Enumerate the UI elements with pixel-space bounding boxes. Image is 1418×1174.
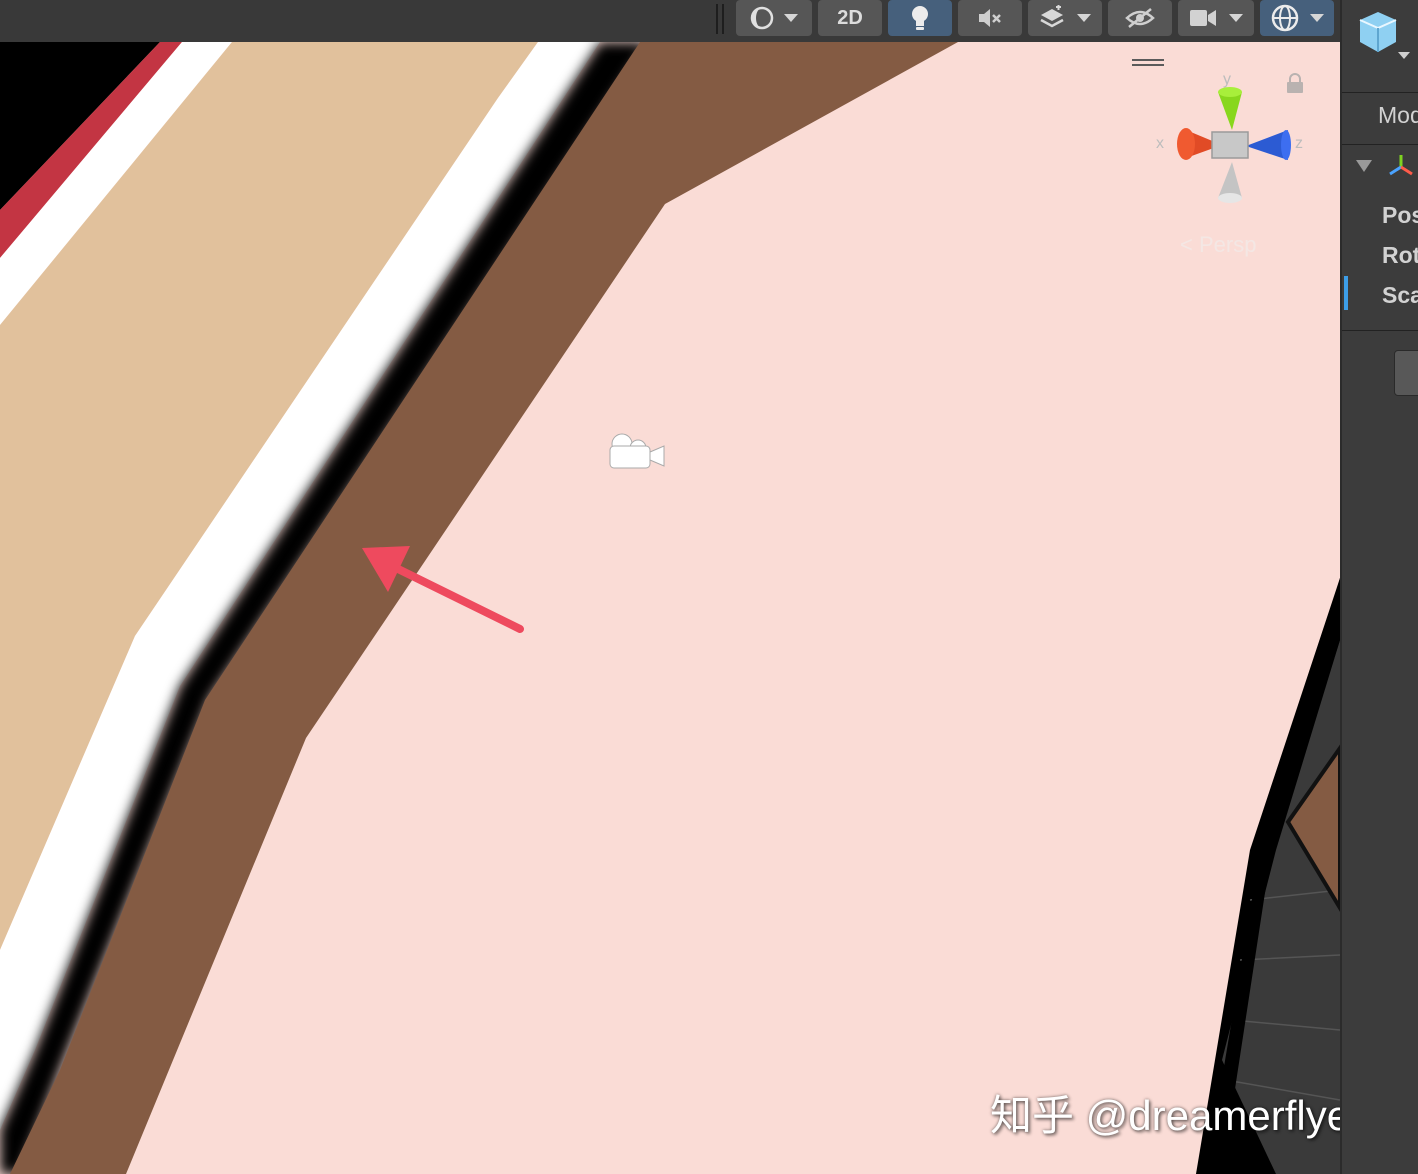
gizmo-axis-y-label: y bbox=[1223, 71, 1231, 88]
layers-icon bbox=[1039, 5, 1065, 31]
lighting-toggle-button[interactable] bbox=[888, 0, 952, 36]
shading-mode-dropdown[interactable] bbox=[736, 0, 812, 36]
rotation-row-label: Rot bbox=[1382, 242, 1418, 268]
chevron-down-icon bbox=[1310, 14, 1324, 22]
sphere-icon bbox=[750, 6, 774, 30]
prefab-cube-icon[interactable] bbox=[1356, 8, 1402, 54]
toolbar-grip[interactable] bbox=[716, 4, 724, 34]
audio-mute-icon bbox=[977, 6, 1003, 30]
audio-toggle-button[interactable] bbox=[958, 0, 1022, 36]
watermark-text: 知乎 @dreamerflyer bbox=[990, 1092, 1340, 1139]
orientation-gizmo[interactable]: y x z bbox=[1156, 71, 1303, 203]
gizmos-dropdown[interactable] bbox=[1260, 0, 1334, 36]
eye-hidden-icon bbox=[1125, 6, 1155, 30]
transform-icon bbox=[1386, 152, 1416, 182]
2d-mode-label: 2D bbox=[837, 6, 863, 29]
gizmo-axis-x-label: x bbox=[1156, 135, 1164, 152]
gizmo-globe-icon bbox=[1270, 3, 1300, 33]
scene-geometry: y x z bbox=[0, 42, 1340, 1174]
view-mode-label: Persp bbox=[1198, 232, 1257, 257]
lightbulb-icon bbox=[909, 4, 931, 32]
chevron-left-icon: < bbox=[1180, 232, 1199, 257]
scale-row-indicator bbox=[1344, 276, 1348, 310]
scene-visibility-button[interactable] bbox=[1108, 0, 1172, 36]
view-mode-toggle[interactable]: < Persp bbox=[1180, 232, 1256, 258]
position-row-label: Pos bbox=[1382, 202, 1418, 228]
chevron-down-icon bbox=[784, 14, 798, 22]
inspector-panel: Mod Pos Rot Sca bbox=[1342, 0, 1418, 1174]
effects-dropdown[interactable] bbox=[1028, 0, 1102, 36]
chevron-down-icon[interactable] bbox=[1398, 52, 1410, 59]
foldout-arrow-icon[interactable] bbox=[1356, 160, 1372, 172]
overlay-menu-icon[interactable] bbox=[1132, 59, 1164, 66]
camera-settings-dropdown[interactable] bbox=[1178, 0, 1254, 36]
scene-viewport[interactable]: y x z < Persp 知乎 @dreamerflyer bbox=[0, 42, 1340, 1174]
scene-toolbar: 2D bbox=[0, 0, 1340, 42]
chevron-down-icon bbox=[1077, 14, 1091, 22]
scale-row-label: Sca bbox=[1382, 282, 1418, 308]
2d-mode-button[interactable]: 2D bbox=[818, 0, 882, 36]
video-camera-icon bbox=[1189, 8, 1217, 28]
camera-gizmo-icon[interactable] bbox=[609, 433, 665, 469]
gizmo-axis-z-label: z bbox=[1295, 135, 1303, 152]
mode-label: Mod bbox=[1378, 102, 1418, 128]
add-component-button[interactable] bbox=[1394, 350, 1418, 396]
chevron-down-icon bbox=[1229, 14, 1243, 22]
lock-icon[interactable] bbox=[1287, 73, 1303, 93]
